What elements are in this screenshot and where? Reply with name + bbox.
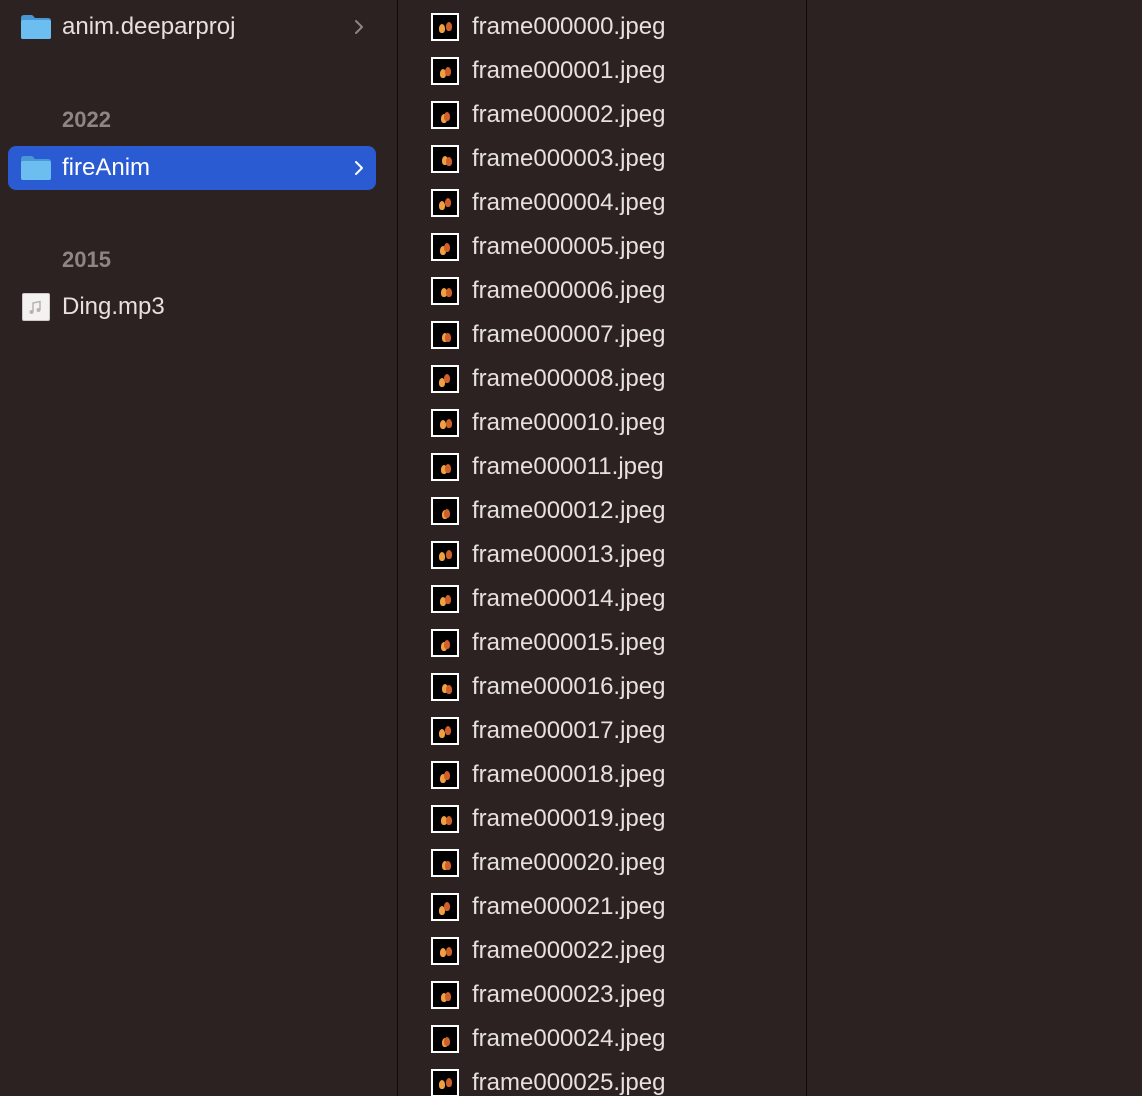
folder-label: fireAnim — [62, 154, 151, 181]
file-row[interactable]: frame000014.jpeg — [398, 577, 806, 621]
file-name: frame000014.jpeg — [472, 585, 666, 612]
image-thumbnail-icon — [431, 409, 459, 437]
file-name: frame000002.jpeg — [472, 101, 666, 128]
folder-row-anim-deeparproj[interactable]: anim.deeparproj — [8, 5, 376, 49]
image-thumbnail-icon — [431, 321, 459, 349]
file-name: frame000010.jpeg — [472, 409, 666, 436]
image-thumbnail-icon — [431, 937, 459, 965]
image-thumbnail-icon — [431, 673, 459, 701]
chevron-right-icon — [355, 20, 363, 34]
image-thumbnail-icon — [431, 805, 459, 833]
image-thumbnail-icon — [431, 57, 459, 85]
image-thumbnail-icon — [431, 453, 459, 481]
file-name: frame000008.jpeg — [472, 365, 666, 392]
file-row[interactable]: frame000002.jpeg — [398, 93, 806, 137]
file-row[interactable]: frame000006.jpeg — [398, 269, 806, 313]
image-thumbnail-icon — [431, 717, 459, 745]
file-name: frame000006.jpeg — [472, 277, 666, 304]
file-row[interactable]: frame000008.jpeg — [398, 357, 806, 401]
file-row[interactable]: frame000005.jpeg — [398, 225, 806, 269]
file-row[interactable]: frame000017.jpeg — [398, 709, 806, 753]
file-name: frame000007.jpeg — [472, 321, 666, 348]
file-name: frame000021.jpeg — [472, 893, 666, 920]
file-name: frame000016.jpeg — [472, 673, 666, 700]
image-thumbnail-icon — [431, 233, 459, 261]
column-fireanim-contents: frame000000.jpeg frame000001.jpeg frame000… — [398, 0, 806, 1096]
file-row[interactable]: frame000019.jpeg — [398, 797, 806, 841]
image-thumbnail-icon — [431, 629, 459, 657]
image-thumbnail-icon — [431, 585, 459, 613]
file-row[interactable]: frame000010.jpeg — [398, 401, 806, 445]
image-thumbnail-icon — [431, 145, 459, 173]
folder-icon — [21, 15, 51, 39]
folder-label: anim.deeparproj — [62, 13, 236, 40]
file-row[interactable]: frame000003.jpeg — [398, 137, 806, 181]
file-name: frame000001.jpeg — [472, 57, 666, 84]
file-name: frame000005.jpeg — [472, 233, 666, 260]
file-row[interactable]: frame000025.jpeg — [398, 1061, 806, 1096]
image-thumbnail-icon — [431, 1025, 459, 1053]
file-name: frame000024.jpeg — [472, 1025, 666, 1052]
file-row[interactable]: frame000012.jpeg — [398, 489, 806, 533]
file-name: frame000022.jpeg — [472, 937, 666, 964]
file-row[interactable]: frame000021.jpeg — [398, 885, 806, 929]
file-row[interactable]: frame000007.jpeg — [398, 313, 806, 357]
image-thumbnail-icon — [431, 541, 459, 569]
file-row-ding-mp3[interactable]: Ding.mp3 — [8, 285, 376, 329]
file-name: frame000023.jpeg — [472, 981, 666, 1008]
file-row[interactable]: frame000024.jpeg — [398, 1017, 806, 1061]
finder-column-browser: anim.deeparproj 2022 fireAnim 2015 Ding.… — [0, 0, 1142, 1096]
file-name: frame000013.jpeg — [472, 541, 666, 568]
image-thumbnail-icon — [431, 981, 459, 1009]
file-row[interactable]: frame000001.jpeg — [398, 49, 806, 93]
section-header-2022: 2022 — [62, 107, 111, 132]
chevron-right-icon — [355, 161, 363, 175]
image-thumbnail-icon — [431, 893, 459, 921]
file-name: frame000018.jpeg — [472, 761, 666, 788]
file-row[interactable]: frame000023.jpeg — [398, 973, 806, 1017]
file-row[interactable]: frame000011.jpeg — [398, 445, 806, 489]
image-thumbnail-icon — [431, 1069, 459, 1096]
image-thumbnail-icon — [431, 189, 459, 217]
file-name: frame000003.jpeg — [472, 145, 666, 172]
image-thumbnail-icon — [431, 13, 459, 41]
folder-icon — [21, 156, 51, 180]
file-label: Ding.mp3 — [62, 293, 165, 320]
image-thumbnail-icon — [431, 101, 459, 129]
image-thumbnail-icon — [431, 277, 459, 305]
file-row[interactable]: frame000013.jpeg — [398, 533, 806, 577]
column-empty — [807, 0, 1142, 1096]
music-file-icon — [22, 293, 50, 321]
file-name: frame000025.jpeg — [472, 1069, 666, 1096]
file-row[interactable]: frame000004.jpeg — [398, 181, 806, 225]
section-header-2015: 2015 — [62, 247, 111, 272]
image-thumbnail-icon — [431, 761, 459, 789]
file-row[interactable]: frame000018.jpeg — [398, 753, 806, 797]
file-row[interactable]: frame000000.jpeg — [398, 5, 806, 49]
file-name: frame000011.jpeg — [472, 453, 664, 480]
file-name: frame000004.jpeg — [472, 189, 666, 216]
file-name: frame000017.jpeg — [472, 717, 666, 744]
file-name: frame000012.jpeg — [472, 497, 666, 524]
file-name: frame000000.jpeg — [472, 13, 666, 40]
image-thumbnail-icon — [431, 849, 459, 877]
image-thumbnail-icon — [431, 365, 459, 393]
file-row[interactable]: frame000016.jpeg — [398, 665, 806, 709]
file-name: frame000020.jpeg — [472, 849, 666, 876]
file-row[interactable]: frame000020.jpeg — [398, 841, 806, 885]
folder-row-fireanim[interactable]: fireAnim — [8, 146, 376, 190]
file-row[interactable]: frame000022.jpeg — [398, 929, 806, 973]
column-parent: anim.deeparproj 2022 fireAnim 2015 Ding.… — [0, 0, 397, 1096]
file-name: frame000015.jpeg — [472, 629, 666, 656]
file-row[interactable]: frame000015.jpeg — [398, 621, 806, 665]
image-thumbnail-icon — [431, 497, 459, 525]
file-name: frame000019.jpeg — [472, 805, 666, 832]
